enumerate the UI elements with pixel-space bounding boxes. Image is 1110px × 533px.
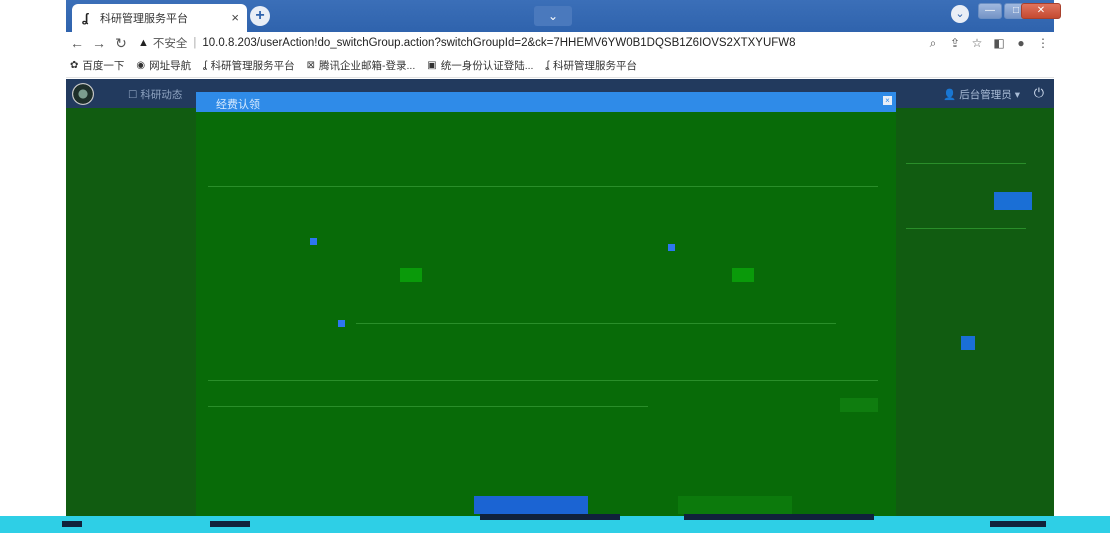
new-tab-button[interactable]: + xyxy=(250,6,270,26)
menu-icon[interactable]: ⋮ xyxy=(1032,36,1054,50)
claim-modal: 经费认领 × xyxy=(196,92,896,533)
flame-icon: ʆ xyxy=(82,11,89,25)
flame-icon: ʆ xyxy=(545,60,549,71)
forward-icon[interactable]: → xyxy=(88,35,110,51)
tab-search-button[interactable]: ⌄ xyxy=(534,6,572,26)
bookmark-0[interactable]: ✿ 百度一下 xyxy=(70,58,124,73)
bookmarks-bar: ✿ 百度一下 ◉ 网址导航 ʆ 科研管理服务平台 ⊠ 腾讯企业邮箱-登录... ▣ 统一身… xyxy=(66,54,1054,78)
noise-bit xyxy=(684,514,874,520)
window-close-button[interactable]: ✕ xyxy=(1021,3,1061,19)
power-icon[interactable]: ⏻ xyxy=(1034,85,1044,101)
radio-option[interactable] xyxy=(668,244,675,251)
address-separator: | xyxy=(193,37,197,49)
noise-bit xyxy=(990,521,1046,527)
bookmark-4[interactable]: ▣ 统一身份认证登陆... xyxy=(427,58,533,73)
close-icon[interactable]: × xyxy=(883,96,892,105)
divider xyxy=(208,406,648,407)
value-chip xyxy=(400,268,422,282)
reload-icon[interactable]: ↻ xyxy=(110,35,132,52)
side-small-button[interactable] xyxy=(961,336,975,350)
user-menu[interactable]: 👤 后台管理员 ▾ xyxy=(943,87,1020,102)
bookmark-label: 腾讯企业邮箱-登录... xyxy=(319,60,416,72)
cancel-button[interactable] xyxy=(678,496,792,514)
divider xyxy=(906,228,1026,229)
modal-title: 经费认领 xyxy=(216,99,260,111)
divider xyxy=(208,380,878,381)
divider xyxy=(356,323,836,324)
browser-titlebar: ʆ 科研管理服务平台 × + ⌄ ⌄ — □ ✕ xyxy=(66,0,1061,32)
noise-bit xyxy=(62,521,82,527)
browser-toolbar: ← → ↻ ▲ 不安全 | 10.0.8.203/userAction!do_s… xyxy=(66,32,1054,54)
bookmark-label: 统一身份认证登陆... xyxy=(440,60,534,72)
confirm-button[interactable] xyxy=(474,496,588,514)
minimize-button[interactable]: — xyxy=(978,3,1002,19)
user-menu-label: 后台管理员 xyxy=(959,89,1012,101)
radio-option[interactable] xyxy=(310,238,317,245)
share-icon[interactable]: ⇪ xyxy=(944,36,966,50)
tab-close-button[interactable]: × xyxy=(231,10,239,25)
nav-item-label: 科研动态 xyxy=(140,89,183,101)
bookmark-2[interactable]: ʆ 科研管理服务平台 xyxy=(203,58,295,73)
compass-icon: ◉ xyxy=(136,60,146,71)
chevron-down-icon[interactable]: ⌄ xyxy=(951,5,969,23)
url-text[interactable]: 10.0.8.203/userAction!do_switchGroup.act… xyxy=(202,37,795,49)
modal-header: 经费认领 × xyxy=(196,92,896,112)
security-label: 不安全 xyxy=(152,38,188,50)
zoom-icon[interactable]: ⌕ xyxy=(922,36,944,51)
flame-icon: ʆ xyxy=(203,60,207,71)
back-icon[interactable]: ← xyxy=(66,35,88,51)
bookmark-3[interactable]: ⊠ 腾讯企业邮箱-登录... xyxy=(307,58,416,73)
mail-icon: ⊠ xyxy=(306,60,316,71)
warning-icon: ▲ xyxy=(138,37,149,49)
paw-icon: ✿ xyxy=(70,60,79,71)
bookmark-label: 网址导航 xyxy=(149,60,192,72)
row-action-button[interactable] xyxy=(840,398,878,412)
profile-icon[interactable]: ● xyxy=(1010,36,1032,50)
bookmark-label: 科研管理服务平台 xyxy=(210,60,295,72)
value-chip xyxy=(732,268,754,282)
bookmark-label: 科研管理服务平台 xyxy=(552,60,637,72)
noise-bit xyxy=(210,521,250,527)
side-action-button[interactable] xyxy=(994,192,1032,210)
tab-title: 科研管理服务平台 xyxy=(100,13,188,25)
bookmark-5[interactable]: ʆ 科研管理服务平台 xyxy=(545,58,637,73)
bookmark-1[interactable]: ◉ 网址导航 xyxy=(136,58,191,73)
app-logo[interactable] xyxy=(72,83,94,105)
nav-item-news[interactable]: ☐ 科研动态 xyxy=(128,87,182,102)
address-bar[interactable]: ▲ 不安全 | 10.0.8.203/userAction!do_switchG… xyxy=(138,35,922,51)
doc-icon: ▣ xyxy=(427,60,437,71)
star-icon[interactable]: ☆ xyxy=(966,36,988,50)
sidepanel-icon[interactable]: ◧ xyxy=(988,36,1010,50)
bookmark-label: 百度一下 xyxy=(82,60,125,72)
divider xyxy=(906,163,1026,164)
radio-option[interactable] xyxy=(338,320,345,327)
divider xyxy=(208,186,878,187)
browser-tab[interactable]: ʆ 科研管理服务平台 × xyxy=(72,4,247,32)
noise-bit xyxy=(480,514,620,520)
